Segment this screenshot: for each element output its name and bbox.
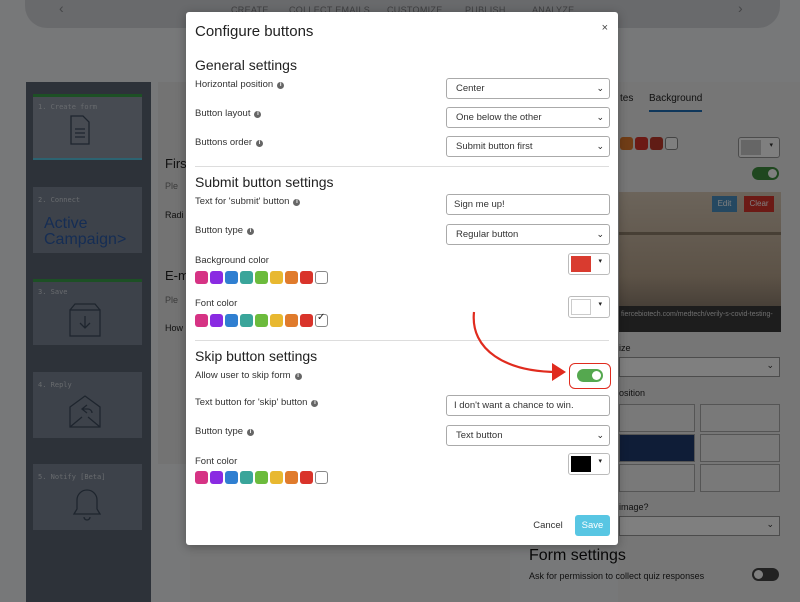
submit-type-label: Button type i — [195, 225, 255, 236]
configure-buttons-modal: Configure buttons × General settings Hor… — [186, 12, 618, 545]
info-icon[interactable]: i — [293, 199, 301, 206]
color-swatch[interactable] — [285, 471, 298, 484]
button-layout-label: Button layout i — [195, 108, 262, 119]
color-swatch[interactable] — [300, 314, 313, 327]
info-icon[interactable]: i — [311, 400, 319, 407]
chevron-down-icon: ⌄ — [596, 141, 604, 151]
submit-bg-color-picker[interactable]: ▾ — [568, 253, 610, 275]
color-swatch[interactable] — [255, 271, 268, 284]
color-swatch[interactable] — [225, 271, 238, 284]
dropdown-arrow-icon: ▾ — [598, 458, 602, 465]
submit-font-color-swatches[interactable]: ✓ — [195, 312, 328, 327]
button-layout-select[interactable]: One below the other ⌄ — [446, 107, 610, 128]
color-swatch[interactable] — [270, 271, 283, 284]
color-swatch[interactable] — [255, 314, 268, 327]
color-swatch[interactable] — [300, 271, 313, 284]
color-swatch[interactable] — [195, 471, 208, 484]
skip-text-label: Text button for 'skip' button i — [195, 397, 319, 408]
color-swatch[interactable] — [210, 471, 223, 484]
submit-text-input[interactable] — [446, 194, 610, 215]
skip-font-color-label: Font color — [195, 456, 238, 467]
color-swatch[interactable] — [270, 471, 283, 484]
skip-text-input[interactable] — [446, 395, 610, 416]
allow-skip-toggle[interactable] — [577, 369, 603, 382]
color-swatch[interactable] — [225, 314, 238, 327]
cancel-button[interactable]: Cancel — [524, 515, 572, 536]
general-settings-heading: General settings — [195, 57, 297, 73]
color-swatch[interactable] — [240, 471, 253, 484]
dropdown-arrow-icon: ▾ — [598, 258, 602, 265]
color-swatch-white-selected[interactable]: ✓ — [315, 312, 328, 327]
color-swatch-white[interactable] — [315, 271, 328, 284]
info-icon[interactable]: i — [256, 140, 264, 147]
buttons-order-select[interactable]: Submit button first ⌄ — [446, 136, 610, 157]
info-icon[interactable]: i — [247, 429, 255, 436]
submit-type-select[interactable]: Regular button ⌄ — [446, 224, 610, 245]
color-swatch[interactable] — [195, 314, 208, 327]
checkmark-icon: ✓ — [317, 312, 326, 323]
save-button[interactable]: Save — [575, 515, 610, 536]
submit-text-label: Text for 'submit' button i — [195, 196, 301, 207]
color-swatch[interactable] — [195, 271, 208, 284]
skip-font-color-picker[interactable]: ▾ — [568, 453, 610, 475]
color-swatch[interactable] — [210, 271, 223, 284]
modal-title: Configure buttons — [195, 23, 314, 40]
submit-bg-color-label: Background color — [195, 255, 269, 266]
color-swatch[interactable] — [210, 314, 223, 327]
color-swatch[interactable] — [240, 271, 253, 284]
chevron-down-icon: ⌄ — [596, 83, 604, 93]
buttons-order-label: Buttons order i — [195, 137, 264, 148]
color-swatch[interactable] — [270, 314, 283, 327]
horizontal-position-label: Horizontal position i — [195, 79, 285, 90]
chevron-down-icon: ⌄ — [596, 112, 604, 122]
color-swatch[interactable] — [240, 314, 253, 327]
skip-settings-heading: Skip button settings — [195, 348, 318, 364]
allow-skip-label: Allow user to skip form i — [195, 370, 302, 381]
color-swatch[interactable] — [300, 471, 313, 484]
info-icon[interactable]: i — [277, 82, 285, 89]
info-icon[interactable]: i — [254, 111, 262, 118]
divider — [195, 166, 609, 167]
color-swatch[interactable] — [285, 314, 298, 327]
dropdown-arrow-icon: ▾ — [598, 301, 602, 308]
color-swatch[interactable] — [225, 471, 238, 484]
skip-type-label: Button type i — [195, 426, 255, 437]
submit-font-color-label: Font color — [195, 298, 238, 309]
close-icon[interactable]: × — [602, 22, 608, 34]
horizontal-position-select[interactable]: Center ⌄ — [446, 78, 610, 99]
color-swatch[interactable] — [285, 271, 298, 284]
submit-bg-color-swatches[interactable] — [195, 271, 328, 284]
chevron-down-icon: ⌄ — [596, 229, 604, 239]
skip-font-color-swatches[interactable] — [195, 471, 328, 484]
color-swatch[interactable] — [255, 471, 268, 484]
annotation-arrow-icon — [472, 311, 566, 381]
info-icon[interactable]: i — [294, 373, 302, 380]
info-icon[interactable]: i — [247, 228, 255, 235]
submit-settings-heading: Submit button settings — [195, 174, 334, 190]
color-swatch-white[interactable] — [315, 471, 328, 484]
skip-type-select[interactable]: Text button ⌄ — [446, 425, 610, 446]
chevron-down-icon: ⌄ — [596, 430, 604, 440]
